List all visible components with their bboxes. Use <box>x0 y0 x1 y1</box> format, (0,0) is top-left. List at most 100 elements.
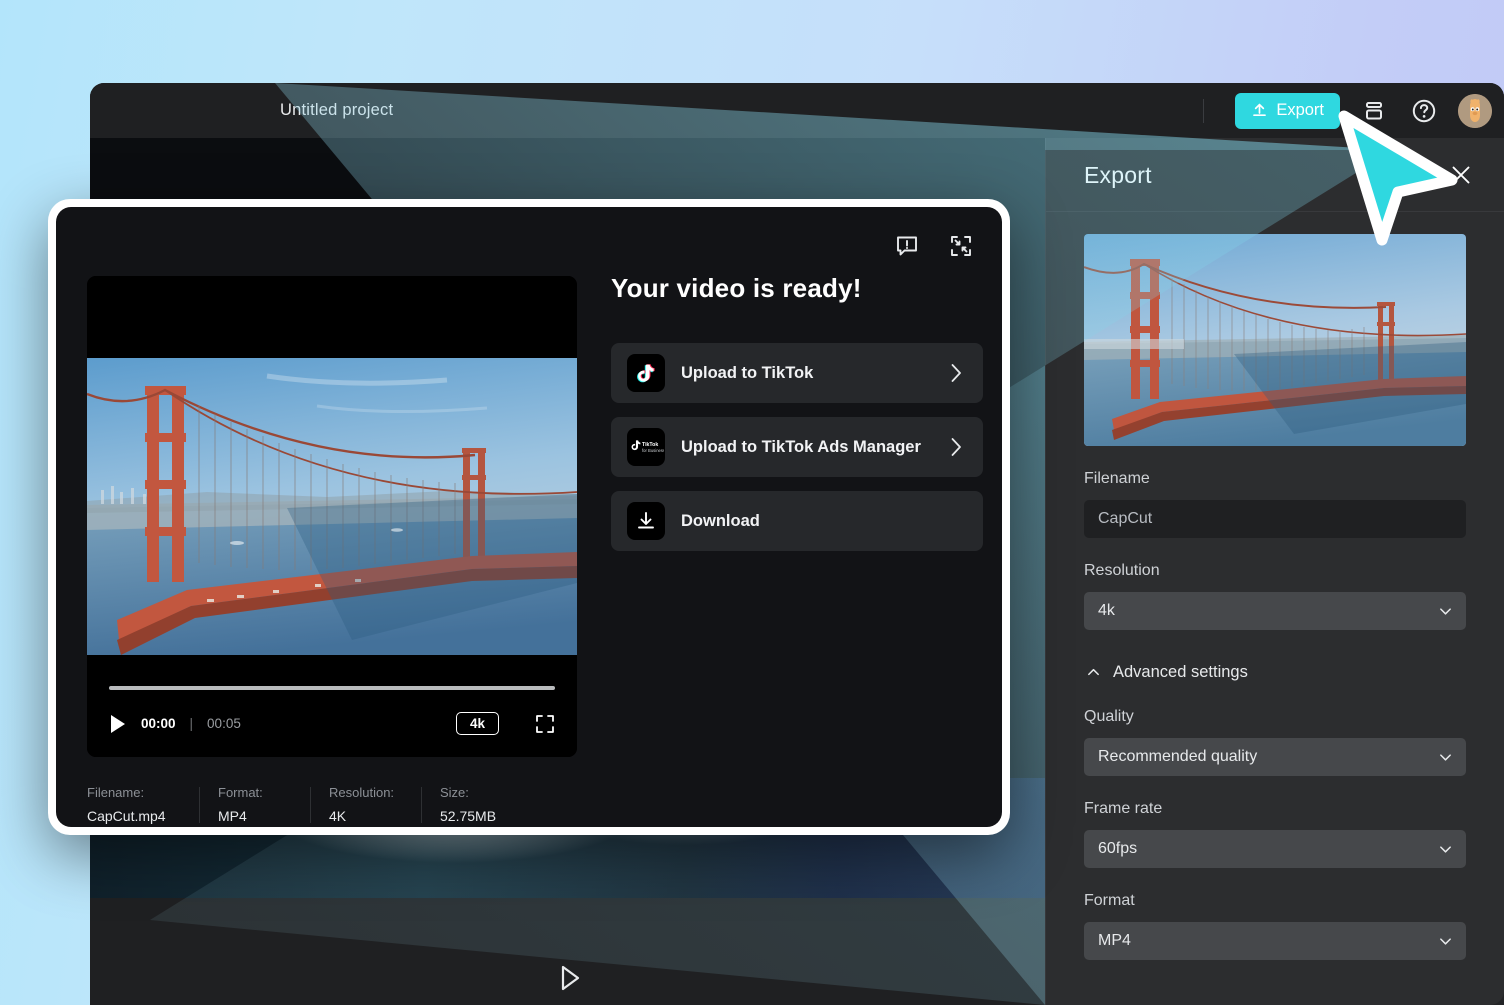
player-controls: 00:00 | 00:05 4k <box>87 655 577 757</box>
video-player: 00:00 | 00:05 4k <box>87 276 577 757</box>
filename-label: Filename <box>1084 470 1466 488</box>
meta-resolution: Resolution: 4K <box>329 785 421 824</box>
chevron-up-icon <box>1086 665 1101 680</box>
avatar[interactable] <box>1458 94 1492 128</box>
export-panel-header: Export <box>1046 138 1504 212</box>
filename-value: CapCut <box>1098 510 1152 528</box>
page-title: Untitled project <box>280 83 393 138</box>
action-label: Download <box>681 512 760 531</box>
export-button-label: Export <box>1276 101 1324 120</box>
meta-key: Resolution: <box>329 785 403 800</box>
download-button[interactable]: Download <box>611 491 983 551</box>
quality-field: Quality Recommended quality <box>1084 708 1466 776</box>
layout-panels-button[interactable] <box>1358 95 1390 127</box>
format-label: Format <box>1084 892 1466 910</box>
app-header: Untitled project Export <box>90 83 1504 138</box>
format-field: Format MP4 <box>1084 892 1466 960</box>
meta-format: Format: MP4 <box>218 785 310 824</box>
meta-filename: Filename: CapCut.mp4 <box>87 785 199 824</box>
resolution-select[interactable]: 4k <box>1084 592 1466 630</box>
format-value: MP4 <box>1098 932 1131 950</box>
question-mark-circle-icon <box>1411 98 1437 124</box>
tiktok-ads-manager-icon: TikTok for Business <box>627 428 665 466</box>
player-video-frame <box>87 358 577 655</box>
meta-key: Size: <box>440 785 496 800</box>
meta-key: Format: <box>218 785 292 800</box>
modal-top-actions <box>890 229 978 263</box>
player-control-row: 00:00 | 00:05 4k <box>87 712 577 757</box>
meta-value: 52.75MB <box>440 808 496 824</box>
export-side-panel: Export <box>1045 138 1504 1005</box>
feedback-icon <box>894 233 920 259</box>
layout-panels-icon <box>1362 99 1386 123</box>
frame-rate-label: Frame rate <box>1084 800 1466 818</box>
tiktok-icon <box>627 354 665 392</box>
tiktok-for-business-glyph-icon: TikTok for Business <box>628 437 664 457</box>
help-button[interactable] <box>1408 95 1440 127</box>
filename-field: Filename CapCut <box>1084 470 1466 538</box>
play-icon <box>559 965 581 991</box>
close-icon <box>1449 163 1473 187</box>
current-time: 00:00 <box>141 716 176 731</box>
bridge-thumbnail-image <box>1084 234 1466 446</box>
export-actions-column: Your video is ready! Upload to TikTok <box>611 273 983 551</box>
resolution-value: 4k <box>1098 602 1115 620</box>
chevron-right-icon <box>949 437 963 457</box>
bridge-video-image <box>87 358 577 655</box>
play-icon[interactable] <box>109 714 127 734</box>
export-metadata-row: Filename: CapCut.mp4 Format: MP4 Resolut… <box>87 785 579 824</box>
format-select[interactable]: MP4 <box>1084 922 1466 960</box>
preview-play-button[interactable] <box>90 943 1049 1005</box>
meta-value: CapCut.mp4 <box>87 808 181 824</box>
download-glyph-icon <box>634 509 658 533</box>
chevron-down-icon <box>1438 842 1453 857</box>
quality-chip[interactable]: 4k <box>456 712 499 735</box>
meta-key: Filename: <box>87 785 181 800</box>
meta-divider <box>199 787 200 823</box>
resolution-field: Resolution 4k <box>1084 562 1466 630</box>
player-scrubber[interactable] <box>109 686 555 690</box>
feedback-button[interactable] <box>890 229 924 263</box>
chevron-down-icon <box>1438 604 1453 619</box>
frame-rate-value: 60fps <box>1098 840 1137 858</box>
minimize-icon <box>948 233 974 259</box>
chevron-down-icon <box>1438 934 1453 949</box>
meta-divider <box>421 787 422 823</box>
export-preview-thumbnail <box>1084 234 1466 446</box>
resolution-label: Resolution <box>1084 562 1466 580</box>
chevron-down-icon <box>1438 750 1453 765</box>
meta-value: 4K <box>329 808 403 824</box>
action-label: Upload to TikTok Ads Manager <box>681 438 921 457</box>
meta-divider <box>310 787 311 823</box>
advanced-settings-label: Advanced settings <box>1113 663 1248 682</box>
upload-to-tiktok-ads-manager-button[interactable]: TikTok for Business Upload to TikTok Ads… <box>611 417 983 477</box>
meta-value: MP4 <box>218 808 292 824</box>
header-actions: Export <box>1235 83 1492 138</box>
total-time: 00:05 <box>207 716 241 731</box>
download-icon <box>627 502 665 540</box>
player-letterbox <box>87 276 577 358</box>
export-panel-title: Export <box>1084 162 1152 189</box>
export-button[interactable]: Export <box>1235 93 1340 129</box>
meta-size: Size: 52.75MB <box>440 785 514 824</box>
upload-icon <box>1251 102 1268 119</box>
quality-select[interactable]: Recommended quality <box>1084 738 1466 776</box>
action-label: Upload to TikTok <box>681 364 813 383</box>
export-result-modal-body: 00:00 | 00:05 4k Filename: CapCut.mp4 <box>56 207 1002 827</box>
header-divider <box>1203 99 1204 123</box>
quality-label: Quality <box>1084 708 1466 726</box>
time-separator: | <box>190 716 194 731</box>
fullscreen-icon[interactable] <box>535 714 555 734</box>
svg-text:for Business: for Business <box>642 448 664 453</box>
tiktok-glyph-icon <box>634 361 658 385</box>
export-result-modal: 00:00 | 00:05 4k Filename: CapCut.mp4 <box>48 199 1010 835</box>
upload-to-tiktok-button[interactable]: Upload to TikTok <box>611 343 983 403</box>
close-button[interactable] <box>1445 159 1477 191</box>
minimize-button[interactable] <box>944 229 978 263</box>
frame-rate-select[interactable]: 60fps <box>1084 830 1466 868</box>
advanced-settings-toggle[interactable]: Advanced settings <box>1086 663 1248 682</box>
filename-input[interactable]: CapCut <box>1084 500 1466 538</box>
user-avatar-icon <box>1458 94 1492 128</box>
frame-rate-field: Frame rate 60fps <box>1084 800 1466 868</box>
ready-heading: Your video is ready! <box>611 273 983 304</box>
